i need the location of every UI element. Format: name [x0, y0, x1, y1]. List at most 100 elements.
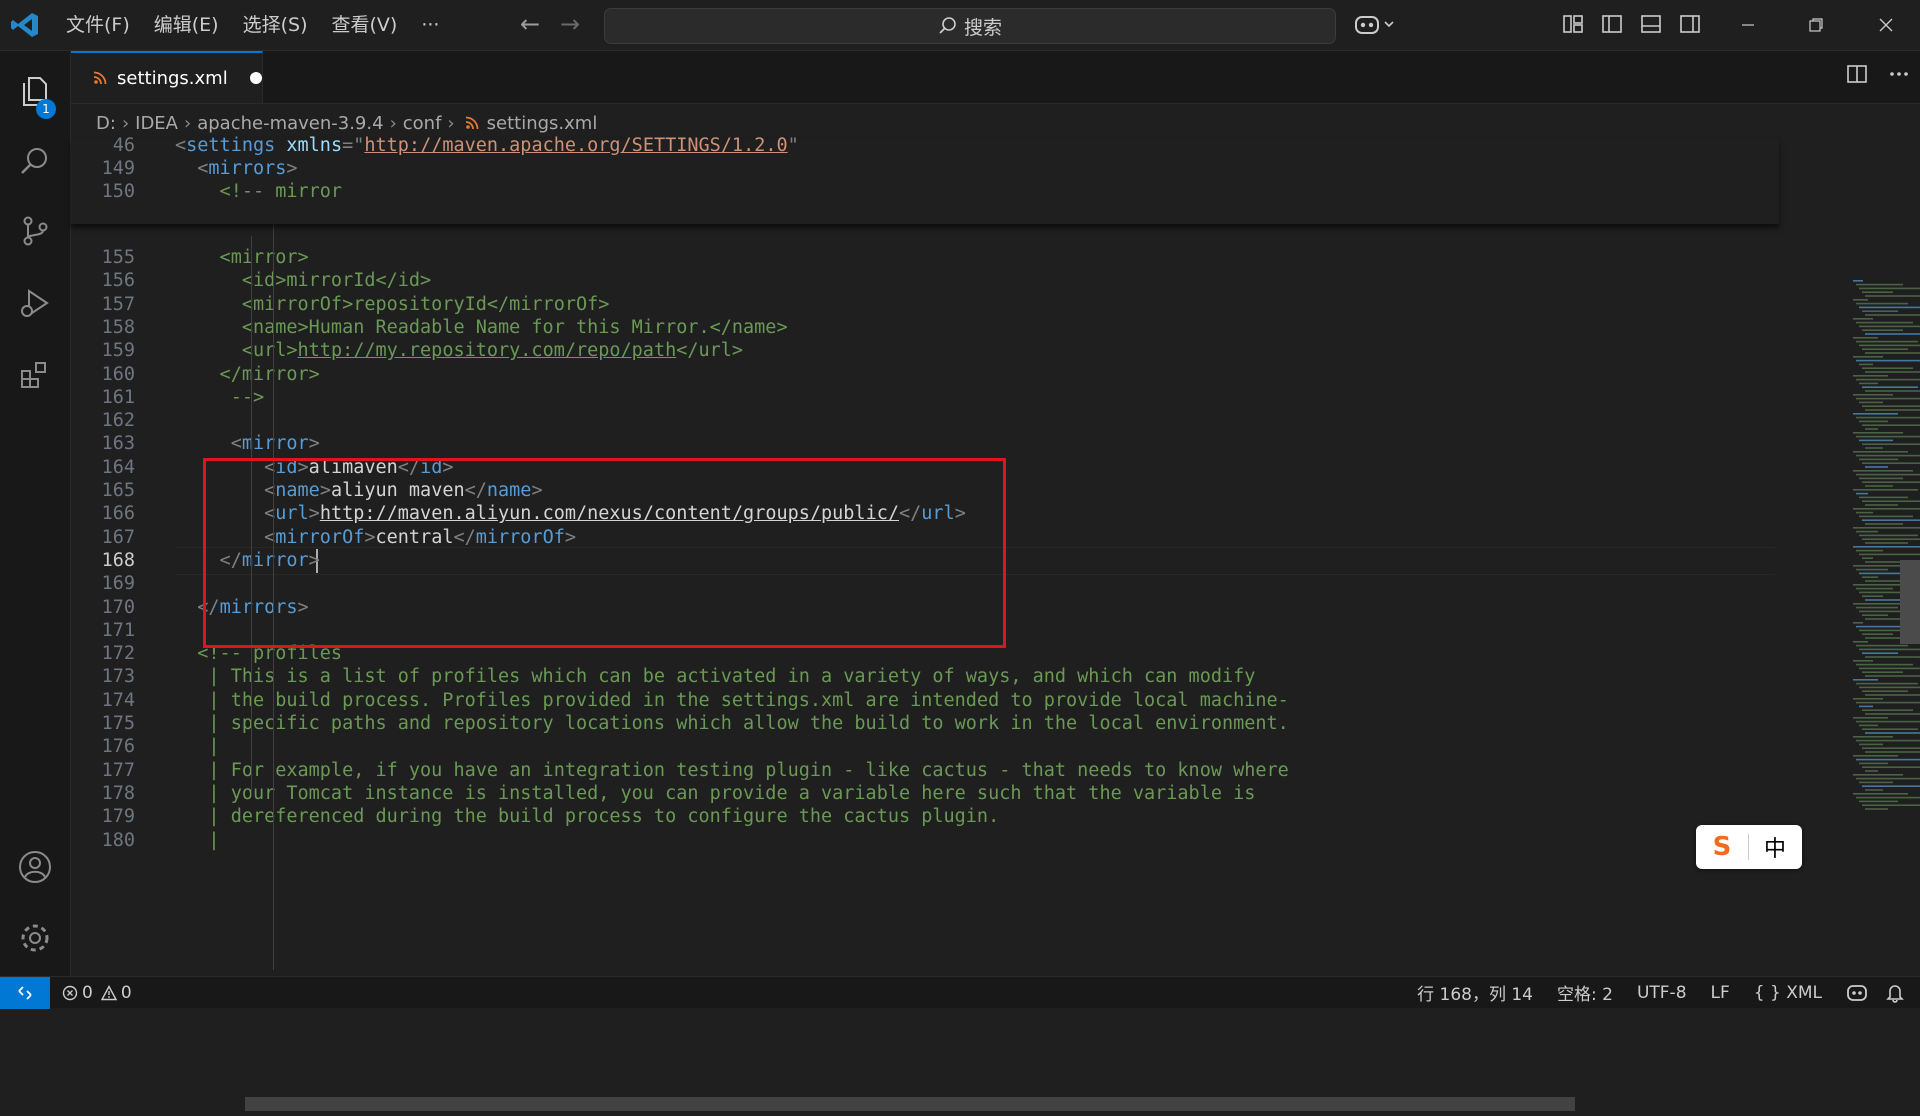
minimap-line — [1865, 751, 1920, 753]
minimap-line — [1865, 694, 1920, 696]
minimap-line — [1862, 481, 1920, 483]
minimap-line — [1865, 770, 1878, 772]
minimap-line — [1856, 777, 1920, 780]
minimap-line — [1859, 363, 1873, 366]
back-arrow-icon[interactable]: ← — [520, 10, 540, 38]
minimap-line — [1856, 644, 1908, 647]
minimap-line — [1856, 587, 1893, 590]
chevron-right-icon: › — [121, 112, 130, 134]
minimap-line — [1862, 595, 1883, 597]
minimap-line — [1862, 348, 1908, 350]
command-center-search[interactable]: 搜索 — [604, 8, 1336, 44]
minimap-line — [1865, 295, 1920, 297]
account-icon — [19, 851, 51, 883]
minimap-line — [1859, 325, 1920, 328]
tab-settings-xml[interactable]: settings.xml — [71, 51, 263, 103]
highlight-annotation-box — [203, 458, 1006, 648]
status-bar-right: 行 168，列 14 空格: 2 UTF-8 LF { } XML — [1405, 977, 1910, 1008]
split-editor-icon[interactable] — [1846, 63, 1868, 85]
code-line[interactable]: 180 | — [71, 827, 1771, 855]
ime-status-widget[interactable]: S 中 — [1696, 825, 1802, 869]
menu-view[interactable]: 查看(V) — [320, 0, 410, 50]
minimap-line — [1856, 340, 1918, 343]
copilot-icon[interactable] — [1354, 13, 1396, 37]
copilot-status-icon[interactable] — [1846, 983, 1868, 1003]
code-token: | This is a list of profiles which can b… — [175, 666, 1256, 688]
ime-mode[interactable]: 中 — [1749, 831, 1801, 863]
minimap-line — [1862, 443, 1920, 445]
minimize-button[interactable] — [1718, 0, 1778, 50]
breadcrumb-item[interactable]: conf — [403, 113, 442, 134]
minimap-line — [1853, 622, 1863, 624]
menu-more[interactable]: ··· — [409, 0, 451, 50]
minimap-line — [1862, 614, 1888, 616]
breadcrumb-item[interactable]: IDEA — [135, 113, 178, 134]
encoding[interactable]: UTF-8 — [1625, 983, 1699, 1003]
remote-indicator[interactable] — [0, 977, 50, 1009]
menu-edit[interactable]: 编辑(E) — [142, 0, 231, 50]
code-line[interactable]: 150 <!-- mirror — [71, 178, 1771, 206]
minimap-line — [1865, 523, 1903, 525]
activity-extensions[interactable] — [0, 345, 70, 405]
minimap-line — [1856, 454, 1920, 457]
minimap-line — [1865, 390, 1920, 392]
end-of-line[interactable]: LF — [1699, 983, 1742, 1003]
breadcrumb-item[interactable]: settings.xml — [487, 113, 598, 134]
activity-source-control[interactable] — [0, 201, 70, 261]
problems-indicator[interactable]: 0 0 — [62, 977, 132, 1008]
run-debug-icon — [21, 289, 49, 317]
menu-selection[interactable]: 选择(S) — [231, 0, 320, 50]
code-token: http://maven.apache.org/SETTINGS/1.2.0 — [364, 135, 788, 156]
minimap-line — [1859, 686, 1920, 689]
menu-file[interactable]: 文件(F) — [54, 0, 142, 50]
minimap-line — [1865, 789, 1883, 791]
minimap-line — [1856, 283, 1903, 286]
minimap-line — [1853, 736, 1893, 738]
minimap-line — [1853, 394, 1893, 396]
sticky-scroll[interactable]: 46 <settings xmlns="http://maven.apache.o… — [71, 135, 1779, 224]
toggle-sidebar-icon[interactable] — [1601, 13, 1623, 35]
remote-icon — [18, 986, 32, 1000]
horizontal-scrollbar[interactable] — [245, 1097, 1575, 1111]
minimap-line — [1862, 785, 1920, 787]
activity-explorer[interactable]: 1 — [0, 61, 70, 121]
unsaved-dot-icon[interactable] — [249, 72, 262, 84]
toggle-panel-icon[interactable] — [1640, 13, 1662, 35]
minimap-line — [1853, 299, 1868, 301]
breadcrumb-item[interactable]: D: — [96, 113, 116, 134]
vertical-scrollbar-thumb[interactable] — [1900, 560, 1920, 644]
activity-accounts[interactable] — [0, 837, 70, 897]
breadcrumb-item[interactable]: apache-maven-3.9.4 — [197, 113, 383, 134]
close-window-button[interactable] — [1856, 0, 1916, 50]
minimap-line — [1856, 720, 1920, 723]
menu-bar: 文件(F) 编辑(E) 选择(S) 查看(V) ··· — [54, 0, 451, 50]
minimap-line — [1859, 667, 1920, 670]
customize-layout-icon[interactable] — [1562, 13, 1584, 35]
more-actions-icon[interactable] — [1888, 63, 1910, 85]
chevron-right-icon: › — [389, 112, 397, 134]
code-token: | — [175, 829, 220, 851]
tab-label: settings.xml — [117, 67, 228, 89]
minimap-line — [1853, 641, 1868, 643]
minimap-line — [1856, 796, 1920, 799]
minimap-line — [1853, 375, 1888, 377]
code-token: > — [286, 158, 298, 179]
indentation[interactable]: 空格: 2 — [1545, 980, 1625, 1005]
minimap-line — [1859, 401, 1883, 404]
code-token: <id>mirrorId</id> — [175, 270, 432, 292]
minimap-line — [1856, 397, 1920, 400]
restore-button[interactable] — [1786, 0, 1846, 50]
minimap-line — [1856, 758, 1920, 761]
activity-run-debug[interactable] — [0, 273, 70, 333]
minimap-line — [1859, 743, 1883, 746]
minimap-line — [1853, 679, 1878, 681]
bell-icon[interactable] — [1886, 983, 1904, 1003]
toggle-secondary-sidebar-icon[interactable] — [1679, 13, 1701, 35]
minimap-line — [1865, 504, 1898, 506]
activity-manage[interactable] — [0, 908, 70, 968]
cursor-position[interactable]: 行 168，列 14 — [1405, 980, 1545, 1005]
activity-search[interactable] — [0, 131, 70, 191]
language-mode[interactable]: { } XML — [1742, 983, 1834, 1003]
forward-arrow-icon[interactable]: → — [560, 10, 580, 38]
minimap-line — [1862, 329, 1903, 331]
